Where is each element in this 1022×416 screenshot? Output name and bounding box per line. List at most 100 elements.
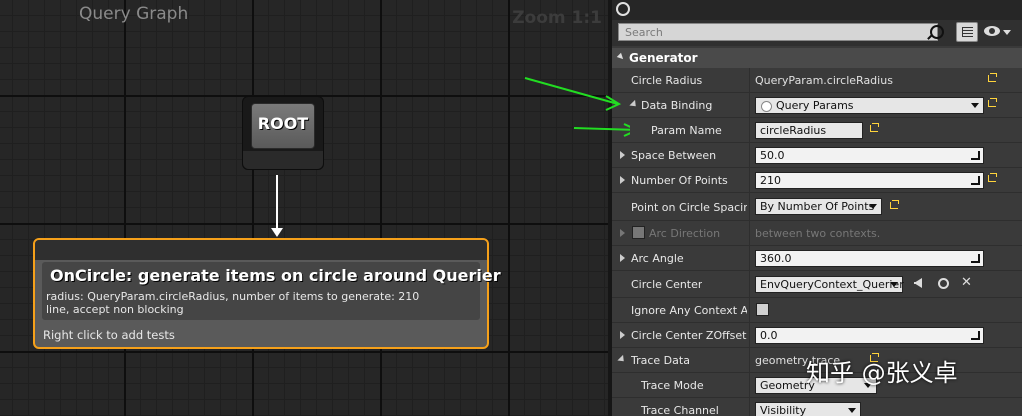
- property-label: Number Of Points: [631, 174, 728, 187]
- property-row-circle-radius: Circle Radius QueryParam.circleRadius: [612, 68, 1022, 93]
- data-binding-dropdown[interactable]: Query Params: [755, 97, 984, 114]
- property-row-circle-center: Circle Center EnvQueryContext_Querier ✕: [612, 271, 1022, 298]
- numeric-value: 360.0: [760, 252, 792, 265]
- property-label: Space Between: [631, 149, 717, 162]
- chevron-down-icon: [971, 103, 979, 108]
- expand-arrow-icon[interactable]: [620, 254, 625, 262]
- browse-search-icon[interactable]: [938, 278, 949, 289]
- reset-to-default-icon[interactable]: [870, 123, 879, 132]
- reset-to-default-icon[interactable]: [988, 173, 997, 182]
- details-tab-icon: [616, 2, 630, 16]
- annotation-arrow-data-binding: [524, 77, 622, 111]
- category-label: Generator: [629, 51, 698, 65]
- space-between-input[interactable]: 50.0: [755, 147, 984, 164]
- query-graph-canvas[interactable]: Query Graph Zoom 1:1 ROOT OnCircle: gene…: [0, 0, 608, 416]
- drag-handle-icon[interactable]: [971, 151, 980, 160]
- property-label: Param Name: [651, 124, 722, 137]
- property-row-ignore-context-actor: Ignore Any Context Actor: [612, 298, 1022, 323]
- numeric-value: 50.0: [760, 149, 785, 162]
- expand-arrow-icon[interactable]: [620, 331, 625, 339]
- view-options-button[interactable]: [956, 22, 978, 42]
- watermark: 知乎 @张义卓: [806, 359, 958, 387]
- details-search-row: [612, 20, 1022, 46]
- generator-node-title: OnCircle: generate items on circle aroun…: [50, 266, 501, 285]
- generator-input-pin[interactable]: [35, 240, 487, 260]
- generator-node-body[interactable]: OnCircle: generate items on circle aroun…: [42, 262, 501, 320]
- number-of-points-input[interactable]: 210: [755, 172, 984, 189]
- arc-direction-checkbox[interactable]: [632, 226, 645, 239]
- property-row-arc-angle: Arc Angle 360.0: [612, 246, 1022, 271]
- annotation-arrows: [524, 77, 630, 137]
- property-row-trace-channel: Trace Channel Visibility: [612, 398, 1022, 416]
- details-tab-bar: [612, 0, 1022, 20]
- property-label: Arc Direction: [649, 227, 721, 240]
- generator-node-description: radius: QueryParam.circleRadius, number …: [46, 290, 420, 316]
- dropdown-value: By Number Of Points: [760, 200, 875, 213]
- property-row-arc-direction: Arc Direction between two contexts.: [612, 221, 1022, 246]
- drag-handle-icon[interactable]: [971, 331, 980, 340]
- expand-arrow-icon[interactable]: [620, 229, 625, 237]
- expand-arrow-icon[interactable]: [620, 151, 625, 159]
- drag-handle-icon[interactable]: [971, 254, 980, 263]
- point-spacing-dropdown[interactable]: By Number Of Points: [755, 198, 882, 215]
- zoom-level: Zoom 1:1: [512, 8, 602, 28]
- reset-to-default-icon[interactable]: [890, 200, 899, 209]
- search-input[interactable]: [618, 23, 938, 41]
- dropdown-value: EnvQueryContext_Querier: [760, 278, 904, 291]
- property-row-space-between: Space Between 50.0: [612, 143, 1022, 168]
- root-output-pin[interactable]: [243, 151, 323, 169]
- property-row-param-name: Param Name circleRadius: [612, 118, 1022, 143]
- connection-arrow-icon: [271, 228, 283, 237]
- param-name-input[interactable]: circleRadius: [755, 122, 863, 139]
- ignore-context-actor-checkbox[interactable]: [756, 303, 769, 316]
- property-label: Circle Radius: [631, 74, 703, 87]
- property-label: Trace Channel: [641, 404, 719, 416]
- collapse-arrow-icon[interactable]: [629, 99, 639, 110]
- property-row-data-binding: Data Binding Query Params: [612, 93, 1022, 118]
- dropdown-value: Query Params: [776, 99, 854, 112]
- property-value: between two contexts.: [755, 227, 881, 240]
- property-label: Trace Mode: [641, 379, 704, 392]
- property-value: QueryParam.circleRadius: [755, 74, 893, 87]
- drag-handle-icon[interactable]: [971, 176, 980, 185]
- radio-icon: [761, 101, 772, 112]
- trace-channel-dropdown[interactable]: Visibility: [755, 402, 861, 416]
- chevron-down-icon: [890, 282, 898, 287]
- collapse-arrow-icon[interactable]: [616, 52, 626, 62]
- chevron-down-icon[interactable]: [1003, 30, 1011, 35]
- use-selected-arrow-icon[interactable]: [914, 278, 922, 288]
- root-node[interactable]: ROOT: [242, 96, 324, 170]
- root-node-body[interactable]: ROOT: [251, 103, 315, 149]
- category-generator[interactable]: Generator: [612, 48, 1022, 68]
- search-icon[interactable]: [930, 25, 944, 39]
- numeric-value: 0.0: [760, 329, 778, 342]
- generator-node-hint: Right click to add tests: [43, 328, 175, 342]
- graph-title: Query Graph: [79, 4, 189, 24]
- chevron-down-icon: [869, 204, 877, 209]
- annotation-arrow-param-name: [573, 123, 630, 137]
- property-row-number-of-points: Number Of Points 210: [612, 168, 1022, 193]
- root-node-label: ROOT: [257, 114, 309, 133]
- graph-connection-wire: [276, 175, 278, 229]
- arc-angle-input[interactable]: 360.0: [755, 250, 984, 267]
- circle-center-dropdown[interactable]: EnvQueryContext_Querier: [755, 276, 904, 293]
- property-row-point-spacing: Point on Circle Spacing By Number Of Poi…: [612, 193, 1022, 221]
- property-label: Trace Data: [631, 354, 690, 367]
- eye-icon[interactable]: [984, 26, 1000, 36]
- generator-node[interactable]: OnCircle: generate items on circle aroun…: [33, 238, 501, 349]
- dropdown-value: Visibility: [760, 404, 807, 416]
- property-label: Ignore Any Context Actor: [631, 304, 747, 317]
- property-label: Arc Angle: [631, 252, 684, 265]
- center-zoffset-input[interactable]: 0.0: [755, 327, 984, 344]
- reset-to-default-icon[interactable]: [988, 73, 997, 82]
- property-label: Circle Center ZOffset: [631, 329, 747, 342]
- chevron-down-icon: [848, 408, 856, 413]
- numeric-value: 210: [760, 174, 781, 187]
- reset-to-default-icon[interactable]: [988, 98, 997, 107]
- property-row-center-zoffset: Circle Center ZOffset 0.0: [612, 323, 1022, 348]
- clear-x-icon[interactable]: ✕: [961, 275, 972, 290]
- collapse-arrow-icon[interactable]: [617, 354, 627, 365]
- expand-arrow-icon[interactable]: [620, 176, 625, 184]
- property-label: Circle Center: [631, 278, 703, 291]
- property-label: Point on Circle Spacing: [631, 201, 747, 214]
